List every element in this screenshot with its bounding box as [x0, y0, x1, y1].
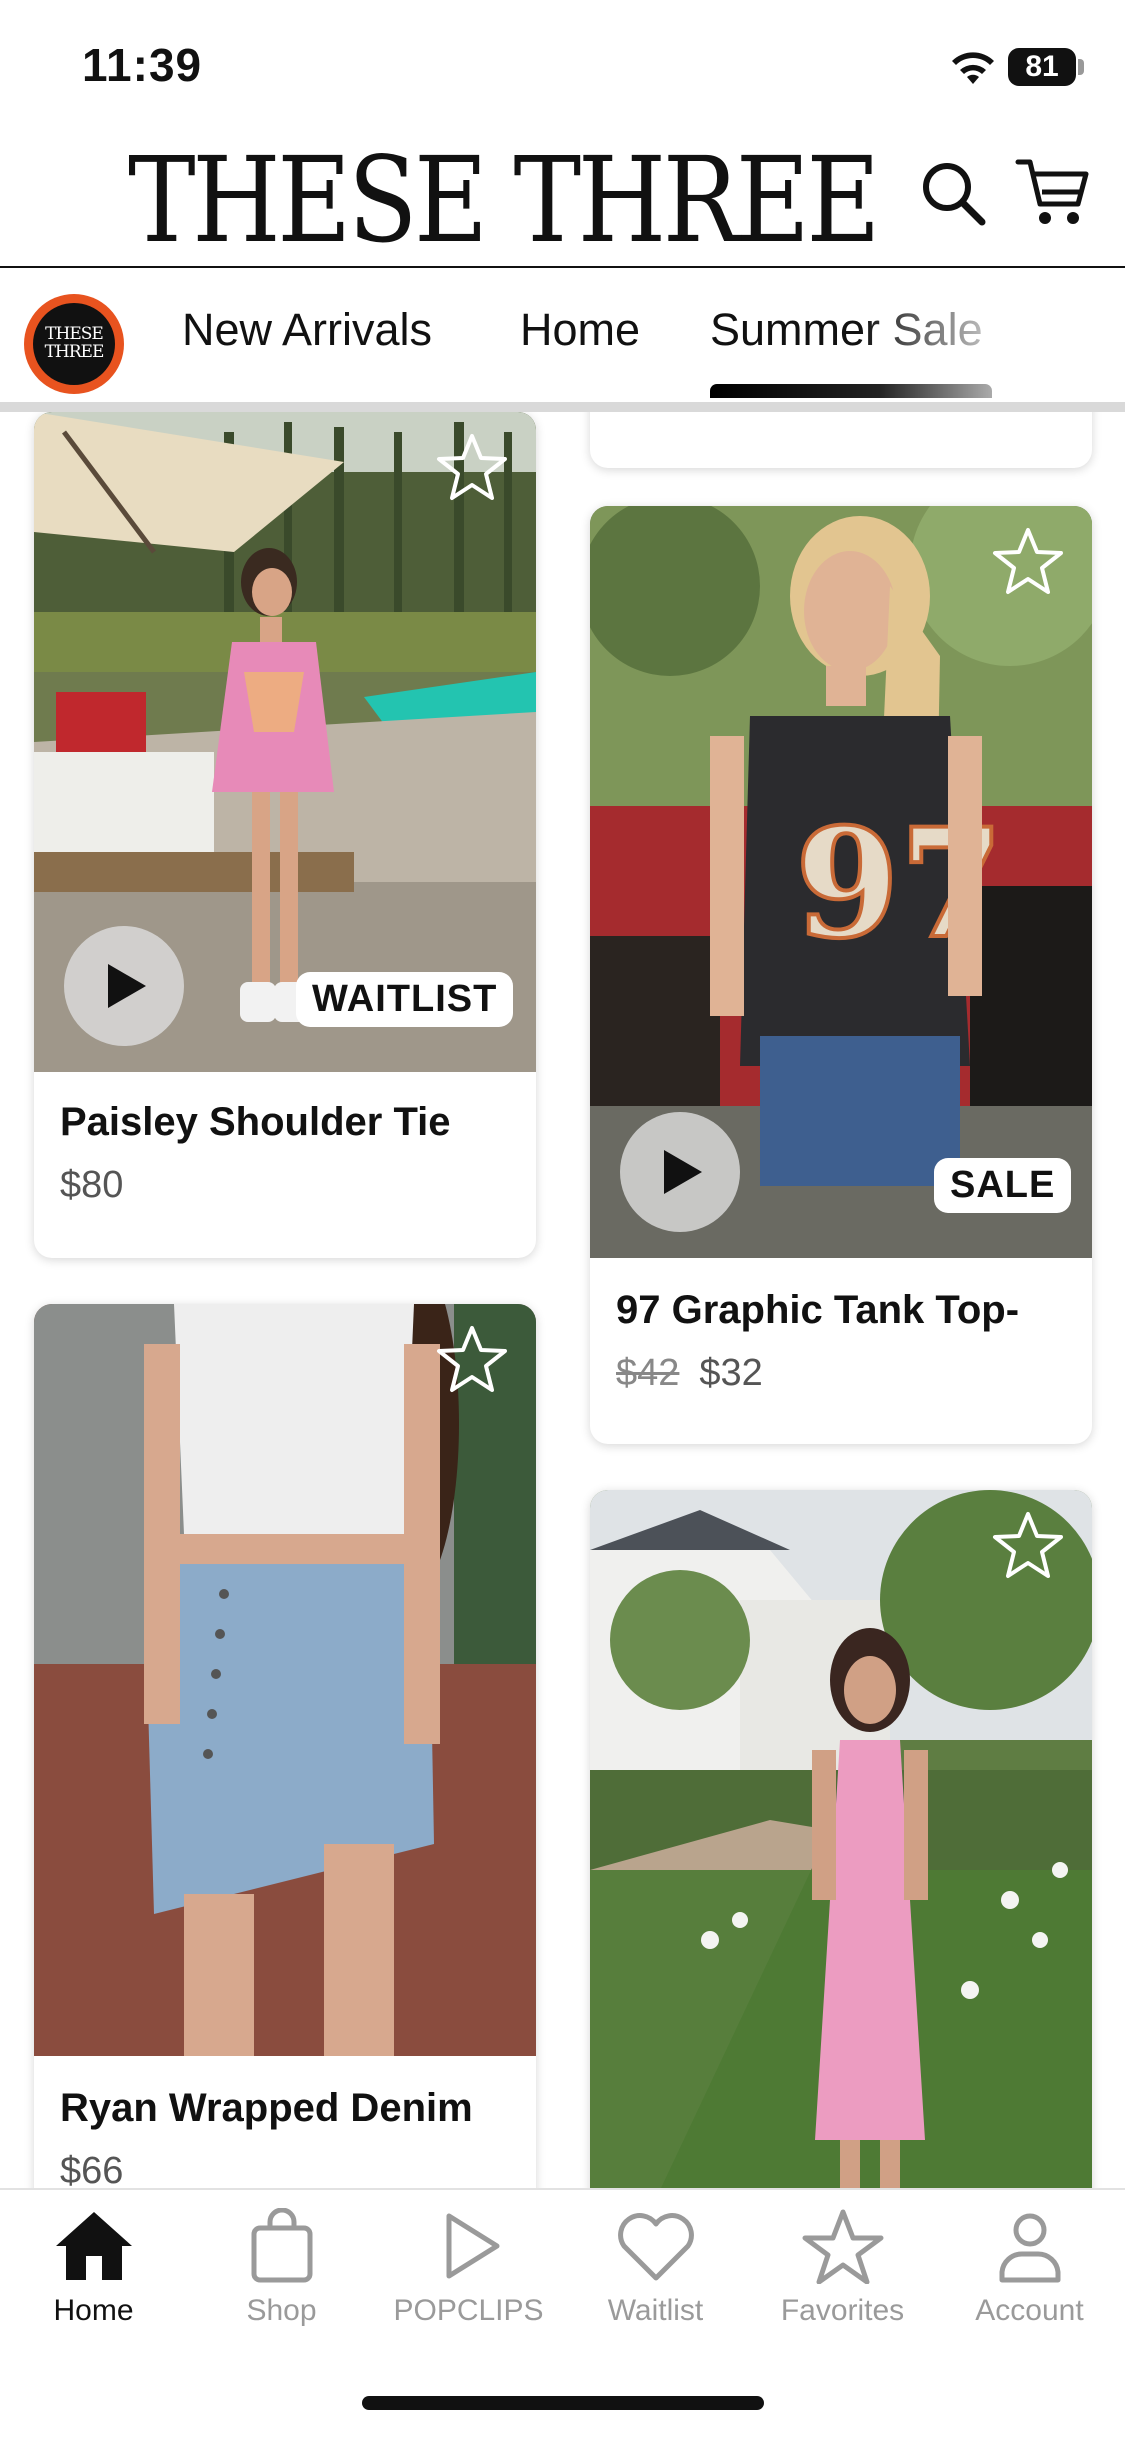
tab-bar-label: Account: [975, 2294, 1084, 2327]
tab-bar-account[interactable]: Account: [936, 2208, 1123, 2348]
tab-bar-label: Home: [53, 2294, 134, 2327]
product-image[interactable]: [34, 1304, 536, 2056]
store-avatar[interactable]: THESE THREE: [24, 294, 124, 394]
tab-bar-label: POPCLIPS: [393, 2294, 544, 2327]
nav-divider: [0, 402, 1125, 412]
play-video-button[interactable]: [620, 1112, 740, 1232]
battery-tip: [1078, 59, 1084, 75]
tab-bar-label: Shop: [246, 2294, 317, 2327]
tab-bar-label: Waitlist: [607, 2294, 704, 2327]
product-card[interactable]: 97 SALE 97 Graphic Tank Top- $42 $32: [590, 506, 1092, 1444]
tab-bar-label: Favorites: [780, 2294, 905, 2327]
play-icon: [108, 964, 146, 1008]
sale-badge: SALE: [934, 1158, 1072, 1213]
product-price: $42 $32: [616, 1352, 763, 1395]
original-price: $42: [616, 1352, 680, 1394]
wifi-icon: [952, 52, 994, 84]
cart-icon[interactable]: [1014, 154, 1090, 230]
status-bar: 11:39 81: [0, 0, 1125, 130]
tab-summer-sale[interactable]: Summer Sale: [710, 304, 983, 356]
user-icon: [999, 2213, 1060, 2283]
search-icon[interactable]: [918, 158, 988, 228]
battery-icon: 81: [1008, 48, 1076, 86]
tab-home[interactable]: Home: [520, 304, 640, 356]
store-avatar-text: THESE THREE: [33, 303, 115, 385]
product-price: $80: [60, 1164, 124, 1206]
product-card-partial[interactable]: [590, 412, 1092, 468]
brand-logo[interactable]: THESE THREE: [128, 140, 880, 260]
product-card[interactable]: WAITLIST Paisley Shoulder Tie $80: [34, 412, 536, 1258]
waitlist-badge: WAITLIST: [296, 972, 514, 1027]
favorite-star-icon[interactable]: [434, 1322, 510, 1398]
home-indicator[interactable]: [362, 2396, 764, 2410]
star-icon: [802, 2209, 883, 2284]
product-image[interactable]: [590, 1490, 1092, 2188]
tab-bar-shop[interactable]: Shop: [188, 2208, 375, 2348]
tab-new-arrivals[interactable]: New Arrivals: [182, 304, 432, 356]
product-title[interactable]: Paisley Shoulder Tie: [60, 1100, 451, 1145]
tab-bar-home[interactable]: Home: [0, 2208, 187, 2348]
tab-bar-popclips[interactable]: POPCLIPS: [375, 2208, 562, 2348]
shopping-bag-icon: [251, 2208, 312, 2283]
product-price: $66: [60, 2150, 124, 2188]
favorite-star-icon[interactable]: [434, 430, 510, 506]
status-time: 11:39: [82, 39, 203, 91]
play-icon: [664, 1150, 702, 1194]
product-feed[interactable]: WAITLIST Paisley Shoulder Tie $80 97 SAL…: [0, 412, 1125, 2188]
home-icon: [55, 2212, 132, 2280]
product-card[interactable]: [590, 1490, 1092, 2188]
favorite-star-icon[interactable]: [990, 524, 1066, 600]
play-icon: [446, 2213, 499, 2279]
app-header: THESE THREE: [0, 130, 1125, 269]
tab-bar-waitlist[interactable]: Waitlist: [562, 2208, 749, 2348]
favorite-star-icon[interactable]: [990, 1508, 1066, 1584]
tab-selected-indicator: [710, 384, 992, 398]
product-card[interactable]: Ryan Wrapped Denim $66: [34, 1304, 536, 2188]
product-title[interactable]: Ryan Wrapped Denim: [60, 2086, 473, 2131]
sale-price: $32: [699, 1352, 763, 1394]
heart-icon: [617, 2213, 694, 2281]
play-video-button[interactable]: [64, 926, 184, 1046]
tab-bar-favorites[interactable]: Favorites: [749, 2208, 936, 2348]
product-title[interactable]: 97 Graphic Tank Top-: [616, 1288, 1019, 1333]
category-nav: THESE THREE New Arrivals Home Summer Sal…: [0, 268, 1125, 404]
